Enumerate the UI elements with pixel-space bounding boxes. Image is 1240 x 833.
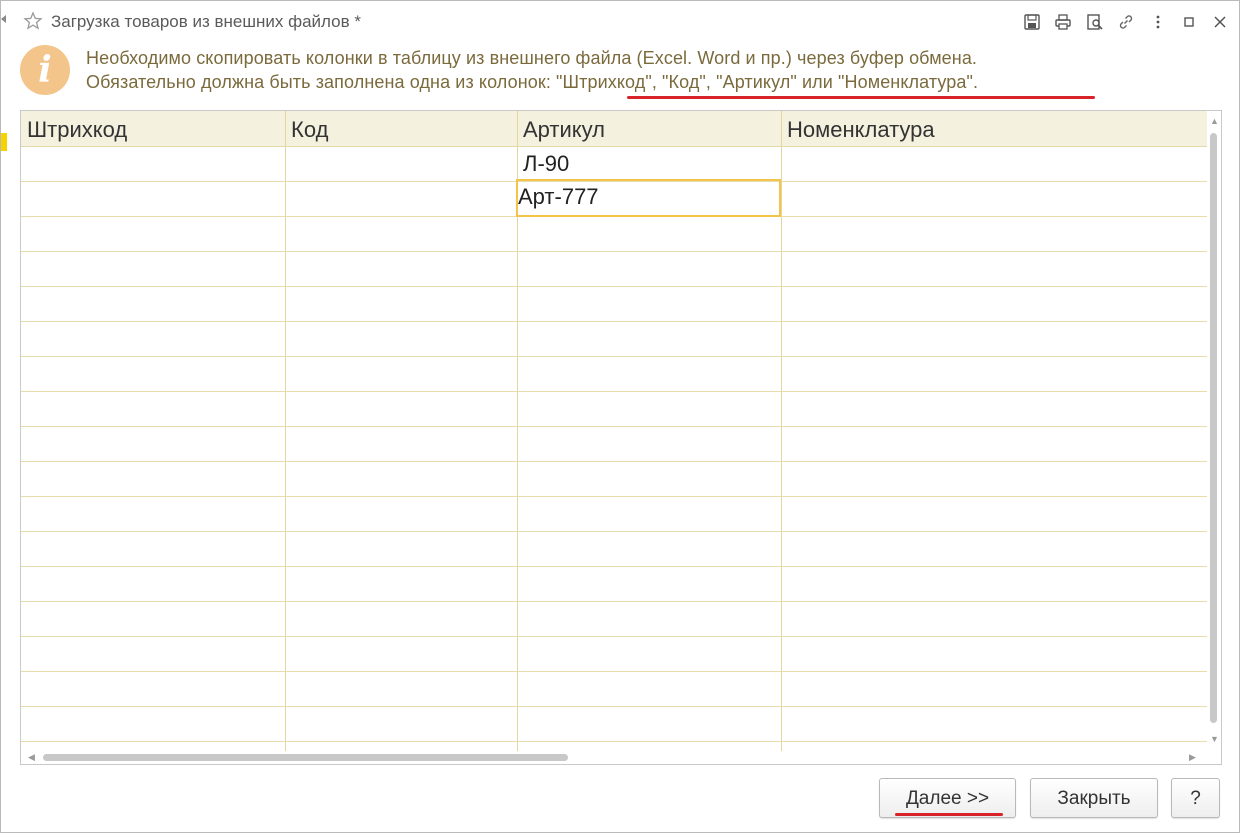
row-separator: [21, 601, 1207, 602]
column-header-barcode[interactable]: Штрихкод: [21, 111, 285, 146]
info-message-line1: Необходимо скопировать колонки в таблицу…: [86, 48, 978, 68]
row-separator: [21, 566, 1207, 567]
column-header-code[interactable]: Код: [285, 111, 517, 146]
column-header-nomenclature[interactable]: Номенклатура: [781, 111, 1207, 146]
close-icon[interactable]: [1211, 13, 1229, 31]
next-button[interactable]: Далее >>: [879, 778, 1016, 818]
row-separator: [21, 356, 1207, 357]
table-cell-article[interactable]: Л-90: [523, 151, 569, 177]
scroll-left-arrow-icon[interactable]: ◀: [28, 753, 35, 762]
column-header-article[interactable]: Артикул: [517, 111, 781, 146]
row-separator: [21, 706, 1207, 707]
close-button[interactable]: Закрыть: [1030, 778, 1158, 818]
favorite-star-icon[interactable]: [23, 11, 43, 31]
row-separator: [21, 286, 1207, 287]
vertical-scrollbar[interactable]: ▲ ▼: [1207, 111, 1221, 751]
row-separator: [21, 636, 1207, 637]
row-separator: [21, 671, 1207, 672]
table-cell-article-active[interactable]: Арт-777: [518, 184, 599, 210]
info-message-line2: Обязательно должна быть заполнена одна и…: [86, 72, 979, 92]
scroll-down-arrow-icon[interactable]: ▼: [1210, 735, 1219, 744]
horizontal-scrollbar[interactable]: ◀ ▶: [21, 751, 1207, 764]
help-button[interactable]: ?: [1171, 778, 1220, 818]
highlight-underline-next: [895, 813, 1003, 816]
background-window-edge: [1, 9, 7, 33]
table-header: Штрихкод Код Артикул Номенклатура: [21, 111, 1207, 147]
row-separator: [21, 741, 1207, 742]
horizontal-scroll-thumb[interactable]: [43, 754, 568, 761]
dialog-window: Загрузка товаров из внешних файлов * i Н…: [0, 0, 1240, 833]
row-separator: [21, 531, 1207, 532]
background-window-edge-highlight: [1, 133, 7, 151]
row-separator: [21, 426, 1207, 427]
row-separator: [21, 461, 1207, 462]
row-separator: [21, 496, 1207, 497]
scroll-up-arrow-icon[interactable]: ▲: [1210, 117, 1219, 126]
column-separator: [781, 111, 782, 751]
maximize-icon[interactable]: [1180, 13, 1198, 31]
menu-icon[interactable]: [1149, 13, 1167, 31]
print-icon[interactable]: [1054, 13, 1072, 31]
row-separator: [21, 251, 1207, 252]
column-separator: [285, 111, 286, 751]
row-separator: [21, 391, 1207, 392]
highlight-underline-columns: [627, 96, 1095, 99]
scroll-right-arrow-icon[interactable]: ▶: [1189, 753, 1196, 762]
data-table[interactable]: Штрихкод Код Артикул Номенклатура Л-90 А…: [20, 110, 1222, 765]
preview-icon[interactable]: [1086, 13, 1104, 31]
title-bar: Загрузка товаров из внешних файлов *: [1, 1, 1239, 43]
info-icon: i: [20, 45, 70, 95]
save-icon[interactable]: [1023, 13, 1041, 31]
vertical-scroll-thumb[interactable]: [1210, 133, 1217, 723]
link-icon[interactable]: [1117, 13, 1135, 31]
row-separator: [21, 321, 1207, 322]
window-title: Загрузка товаров из внешних файлов *: [51, 12, 361, 31]
